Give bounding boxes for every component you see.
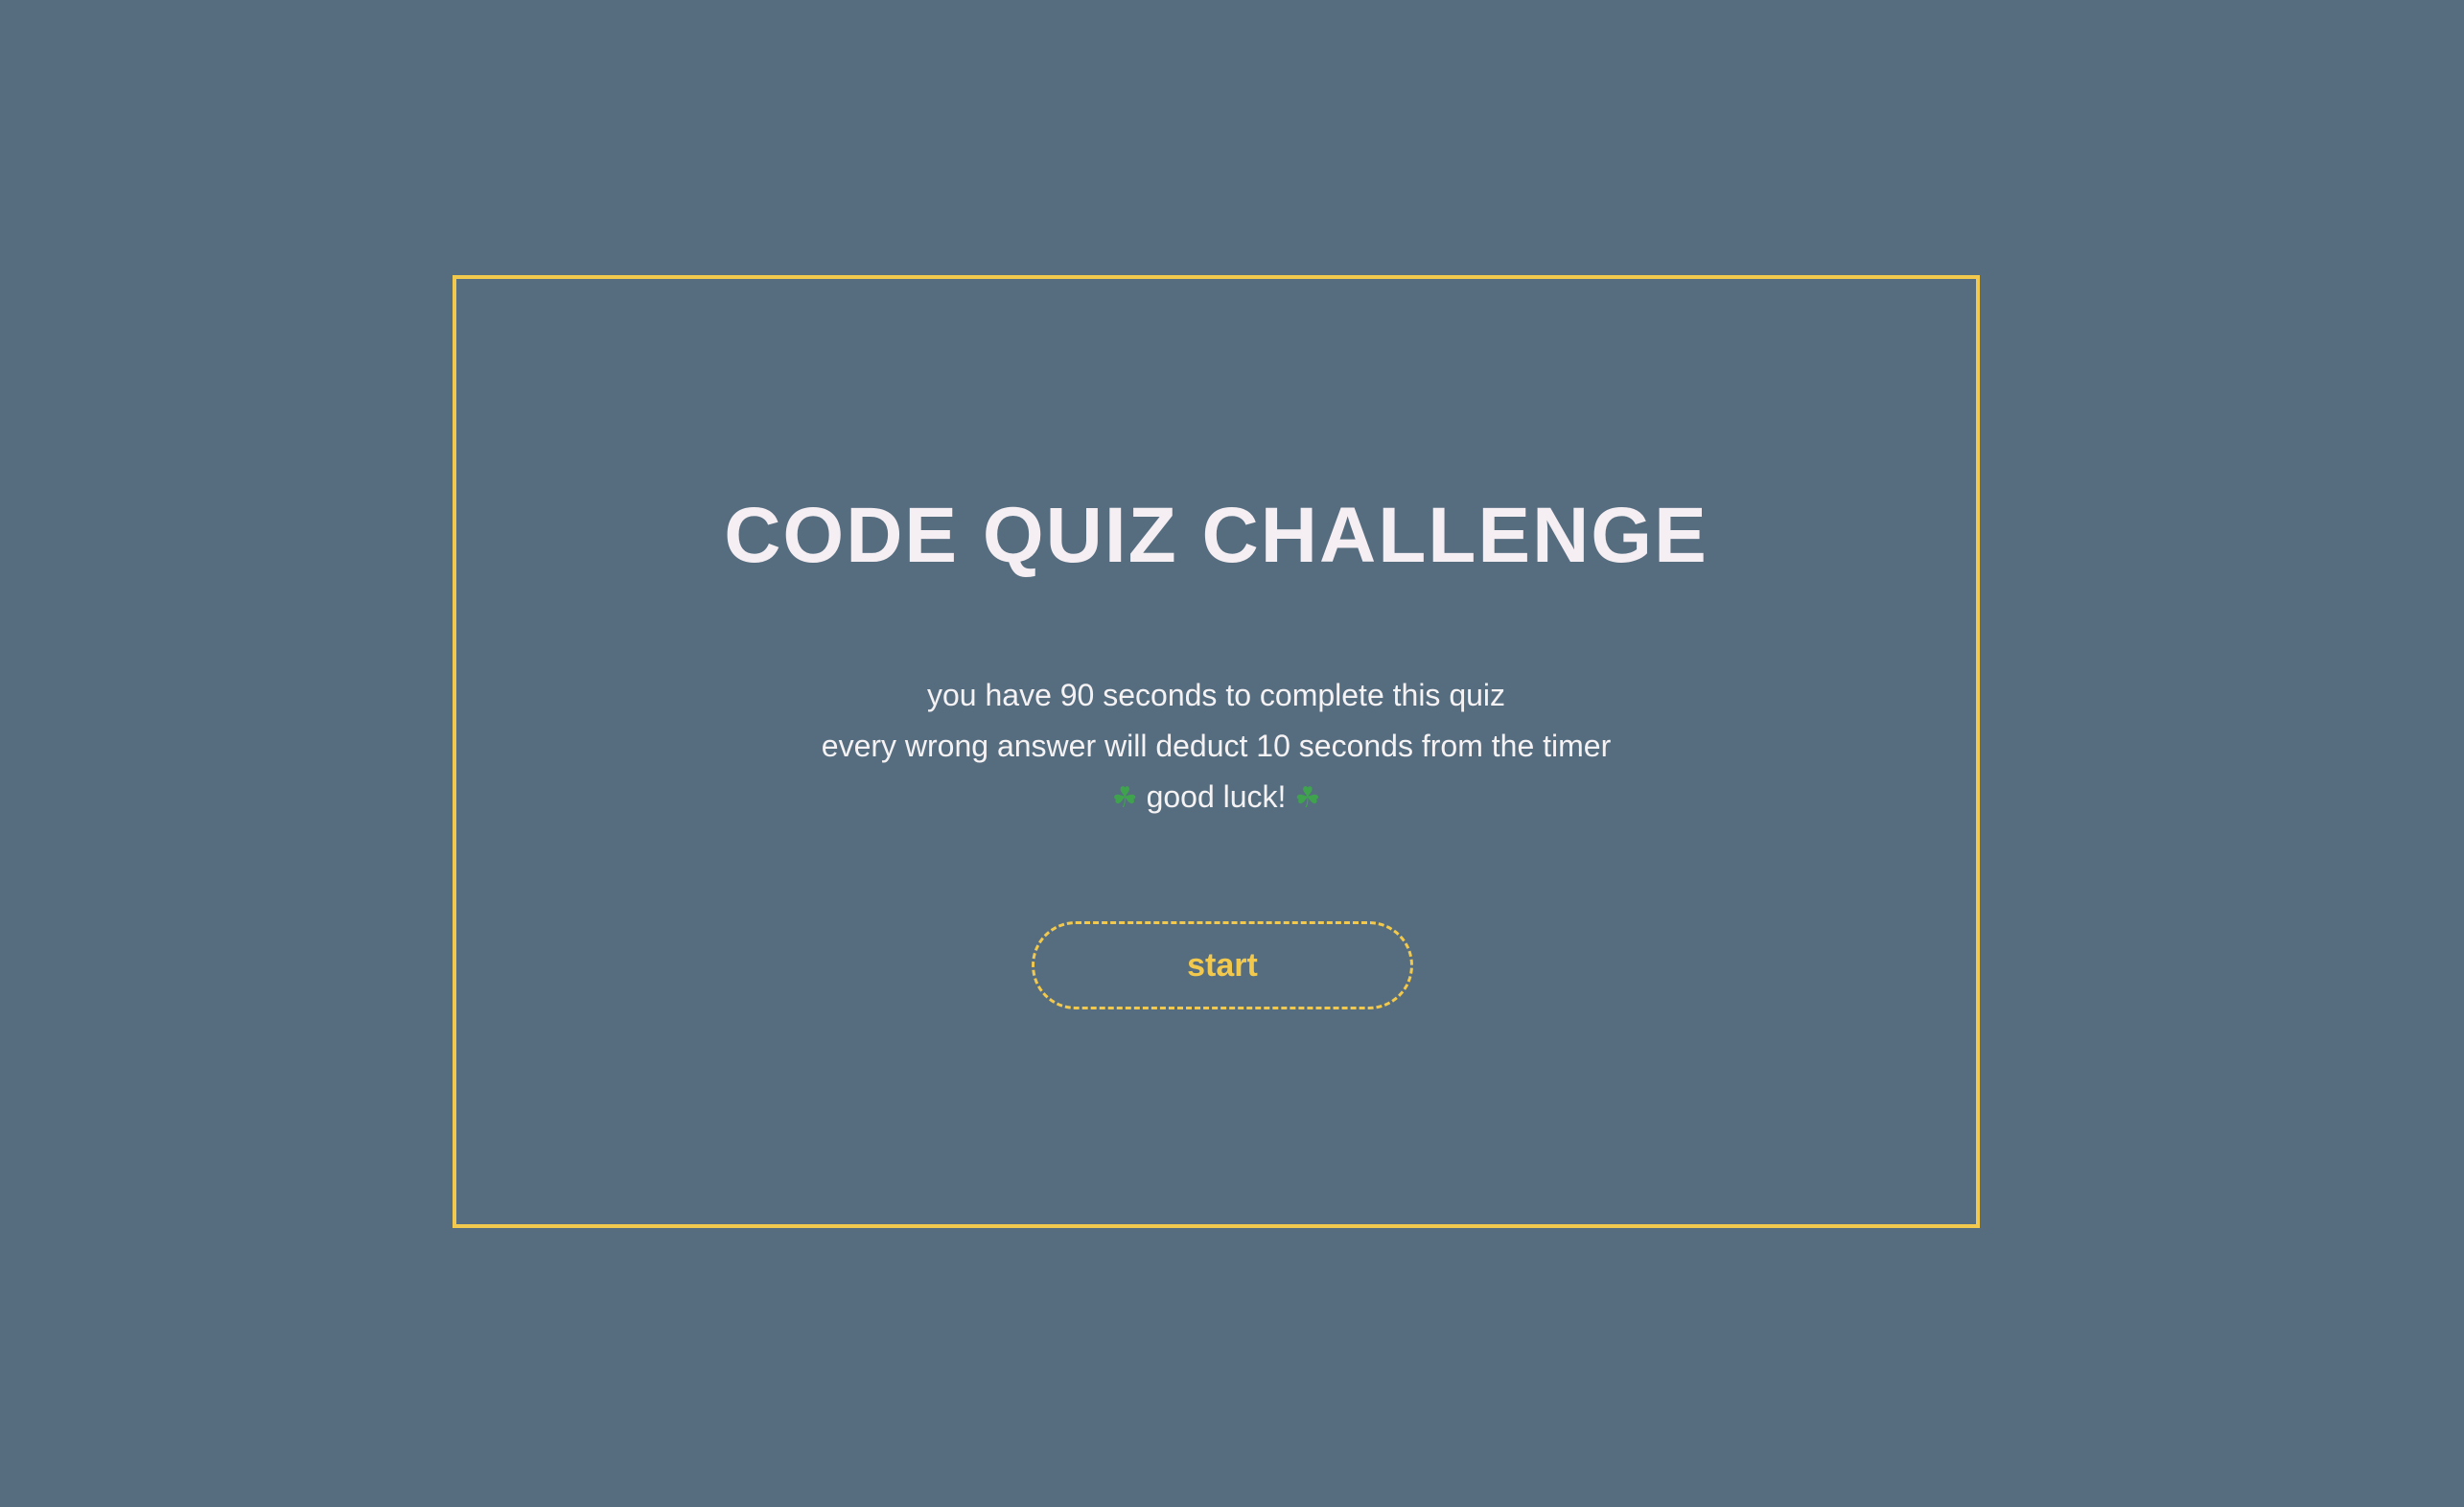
instruction-time-limit: you have 90 seconds to complete this qui… xyxy=(926,678,1506,712)
quiz-card: CODE QUIZ CHALLENGE you have 90 seconds … xyxy=(453,275,1980,1228)
good-luck-text: good luck! xyxy=(1137,779,1295,814)
instruction-good-luck: ☘ good luck! ☘ xyxy=(456,772,1976,823)
quiz-instructions: you have 90 seconds to complete this qui… xyxy=(456,670,1976,823)
clover-icon: ☘ xyxy=(1111,782,1138,814)
start-button[interactable]: start xyxy=(1032,921,1413,1009)
page: CODE QUIZ CHALLENGE you have 90 seconds … xyxy=(0,0,2464,1507)
clover-icon: ☘ xyxy=(1294,782,1321,814)
instruction-penalty: every wrong answer will deduct 10 second… xyxy=(821,729,1612,763)
quiz-title: CODE QUIZ CHALLENGE xyxy=(724,492,1709,579)
